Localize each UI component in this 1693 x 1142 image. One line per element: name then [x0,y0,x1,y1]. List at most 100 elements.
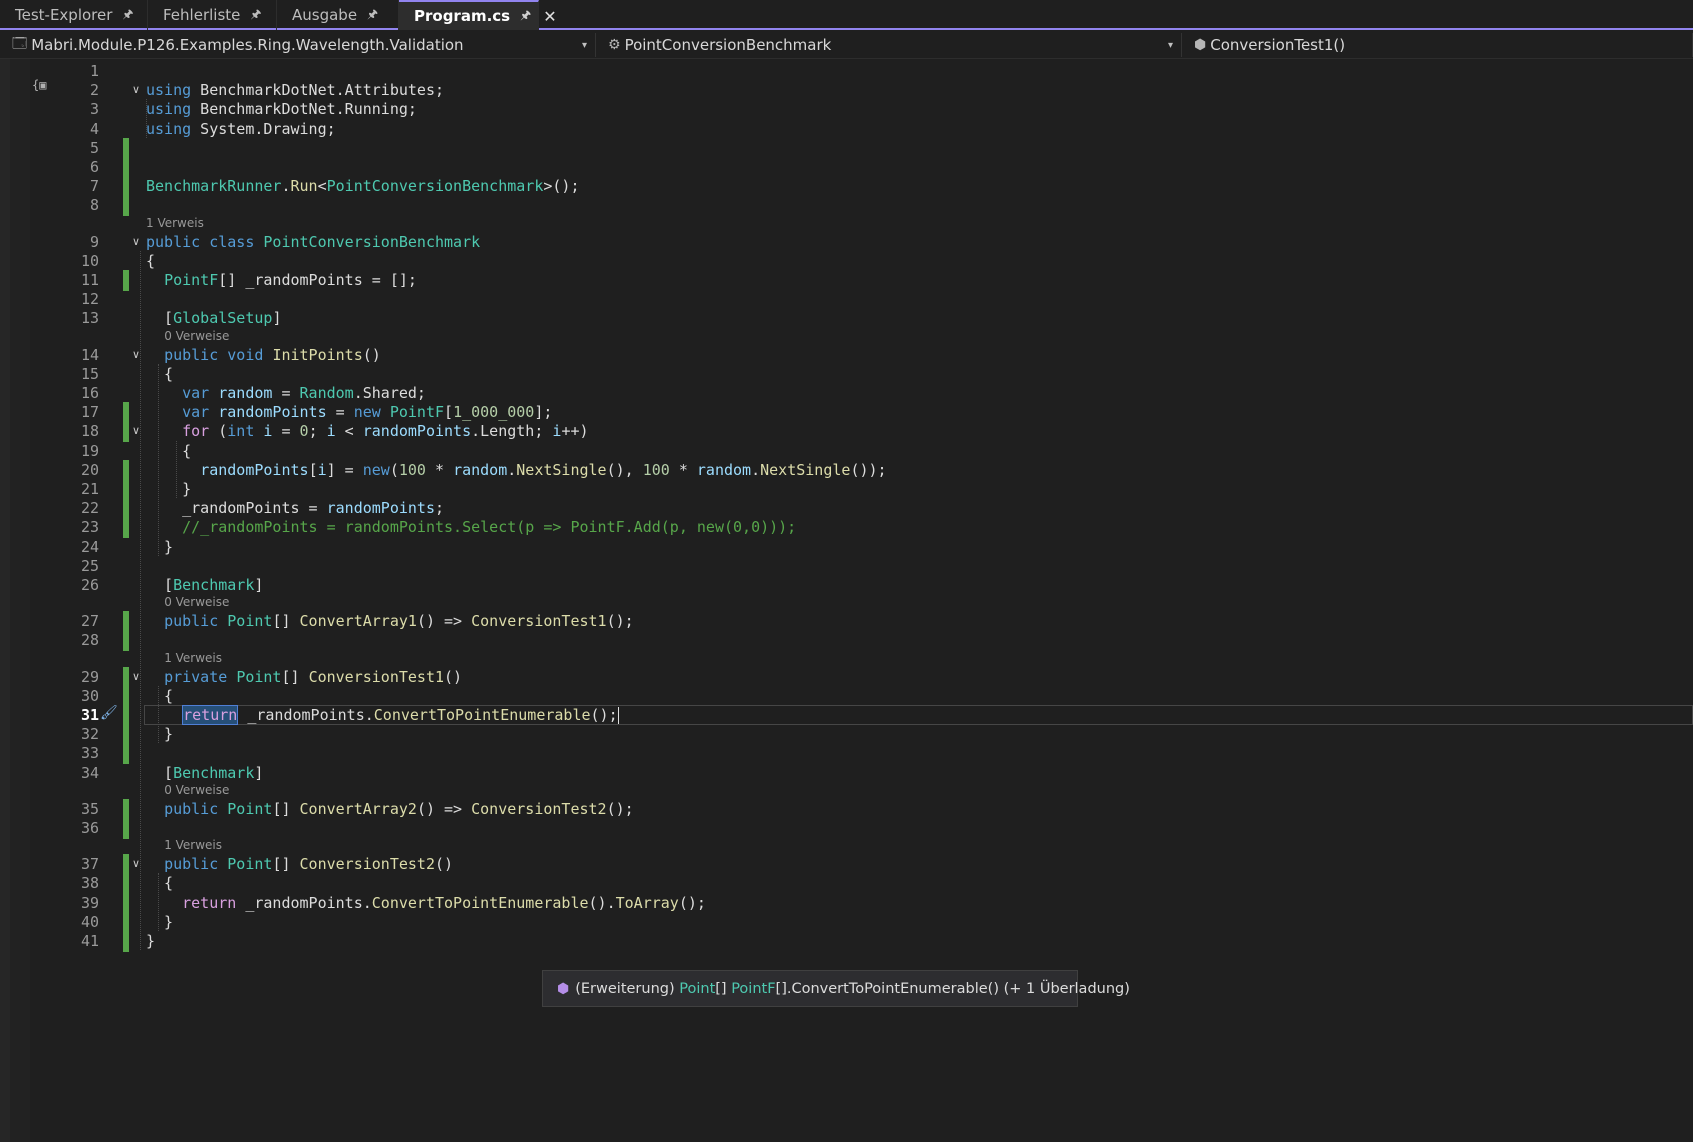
codelens-references[interactable]: 0 Verweise [164,595,229,609]
code-line[interactable]: 28 [0,630,1693,652]
change-indicator [123,479,129,500]
code-line[interactable]: 15 { [0,364,1693,384]
tab-test-explorer[interactable]: Test-Explorer 🖈︎ [0,0,148,30]
code-line[interactable]: 36 [0,818,1693,839]
code-line[interactable]: 25 [0,556,1693,576]
code-token: [ [308,460,318,479]
code-line[interactable]: 35 public Point[] ConvertArray2() => Con… [0,798,1693,820]
tab-error-list[interactable]: Fehlerliste 🖈︎ [148,0,277,30]
code-line[interactable]: 1 [0,61,1693,81]
code-token: ] [254,576,264,594]
code-line[interactable]: 21 } [0,479,1693,500]
code-line[interactable]: 30 { [0,685,1693,707]
code-line[interactable]: 14 ∨ public void InitPoints() [0,345,1693,365]
document-tab-strip: Test-Explorer 🖈︎ Fehlerliste 🖈︎ Ausgabe … [0,0,1693,30]
code-line[interactable]: 23 //_randomPoints = randomPoints.Select… [0,517,1693,539]
code-line[interactable]: 18 ∨ for (int i = 0; i < randomPoints.Len… [0,421,1693,443]
code-line[interactable]: 8 [0,195,1693,217]
change-indicator [123,911,129,933]
class-icon: ⚙ [608,37,621,53]
code-text: return _randomPoints.ConvertToPointEnume… [146,705,619,725]
code-line[interactable]: 39 return _randomPoints.ConvertToPointEn… [0,892,1693,914]
code-token: (). [588,893,616,912]
close-icon[interactable]: ✕ [543,7,556,26]
code-line[interactable]: 2 ∨ using BenchmarkDotNet.Attributes; [0,80,1693,100]
code-line[interactable]: 11 PointF[] _randomPoints = []; [0,270,1693,291]
code-line[interactable]: 33 [0,743,1693,765]
paintbrush-icon[interactable]: 🖌︎ [100,705,118,721]
code-line[interactable]: 27 public Point[] ConvertArray1() => Con… [0,611,1693,633]
code-token: public [146,232,201,251]
code-text: using BenchmarkDotNet.Running; [146,99,417,119]
member-dropdown[interactable]: ⬢ ConversionTest1() [1182,33,1693,57]
tab-output[interactable]: Ausgabe 🖈︎ [277,0,399,30]
code-line[interactable]: 40 } [0,911,1693,933]
code-token: void [227,345,264,364]
code-token: [] [272,855,300,874]
codelens-references[interactable]: 1 Verweis [146,216,204,230]
codelens-references[interactable]: 0 Verweise [164,783,229,797]
code-token: . [751,460,761,479]
code-token: BenchmarkDotNet.Running; [191,100,417,119]
line-number: 22 [80,499,99,518]
code-token: { [146,251,156,270]
code-token: PointF [389,403,445,422]
pin-icon[interactable]: 🖈︎ [122,5,133,26]
chevron-down-icon[interactable]: ∨ [132,667,140,687]
code-line[interactable]: 12 [0,289,1693,309]
extension-method-icon: ⬢ [557,980,570,997]
chevron-down-icon[interactable]: ∨ [132,854,140,874]
code-line[interactable]: 17 var randomPoints = new PointF[1_000_0… [0,402,1693,424]
code-line[interactable]: 6 [0,157,1693,178]
codelens-references[interactable]: 1 Verweis [164,651,222,665]
code-line[interactable]: 37 ∨ public Point[] ConversionTest2() [0,854,1693,876]
code-line[interactable]: 41} [0,931,1693,952]
code-token: Point [227,799,273,818]
code-line[interactable]: 19 { [0,441,1693,461]
project-icon: 🗔︎ [12,36,28,52]
chevron-down-icon[interactable]: ∨ [132,232,140,252]
code-line[interactable]: 32 } [0,724,1693,746]
pin-icon[interactable]: 🖈︎ [250,5,261,26]
code-text: { [146,873,173,893]
code-line[interactable]: 24 } [0,537,1693,557]
code-line[interactable]: 34 [Benchmark] [0,763,1693,783]
code-line[interactable]: 29 ∨ private Point[] ConversionTest1() [0,666,1693,688]
tab-program-cs[interactable]: Program.cs 🖈︎ ✕ [399,0,557,30]
code-line[interactable]: 3 using BenchmarkDotNet.Running; [0,99,1693,119]
code-line[interactable]: 4 using System.Drawing; [0,119,1693,139]
code-token: . [507,460,517,479]
indent-guide [140,250,141,951]
type-dropdown[interactable]: ⚙ PointConversionBenchmark ▾ [596,33,1182,57]
code-line[interactable]: 16 var random = Random.Shared; [0,383,1693,403]
code-line[interactable]: 20 randomPoints[i] = new(100 * random.Ne… [0,459,1693,481]
chevron-down-icon[interactable]: ∨ [132,345,140,365]
code-line[interactable]: 31 🖌︎ return _randomPoints.ConvertToPoint… [0,705,1693,726]
code-token: () [362,345,381,364]
code-token: public [164,345,219,364]
chevron-down-icon[interactable]: ∨ [132,421,140,441]
line-number: 36 [80,819,99,837]
codelens-references[interactable]: 1 Verweis [164,838,222,852]
code-token: PointConversionBenchmark [326,177,544,196]
code-line[interactable]: 9 ∨ public class PointConversionBenchmark [0,232,1693,252]
code-token: Point [236,667,282,686]
code-line[interactable]: 7 BenchmarkRunner.Run<PointConversionBenc… [0,176,1693,198]
code-line[interactable]: 5 [0,137,1693,159]
code-token: Point [227,612,273,631]
chevron-down-icon[interactable]: ∨ [132,80,140,100]
pin-icon[interactable]: 🖈︎ [520,6,531,27]
pin-icon[interactable]: 🖈︎ [367,5,378,26]
code-line[interactable]: 38 { [0,873,1693,895]
code-line[interactable]: 22 _randomPoints = randomPoints; [0,498,1693,520]
code-token: ]; [534,403,553,422]
line-number: 9 [89,232,99,251]
codelens-references[interactable]: 0 Verweise [164,329,229,343]
code-line[interactable]: 13 [GlobalSetup] [0,308,1693,328]
editor-left-bar [0,59,10,1142]
code-line[interactable]: 10 { [0,251,1693,271]
project-dropdown[interactable]: 🗔︎ Mabri.Module.P126.Examples.Ring.Wavel… [0,33,596,57]
code-line[interactable]: 26 [Benchmark] [0,575,1693,595]
